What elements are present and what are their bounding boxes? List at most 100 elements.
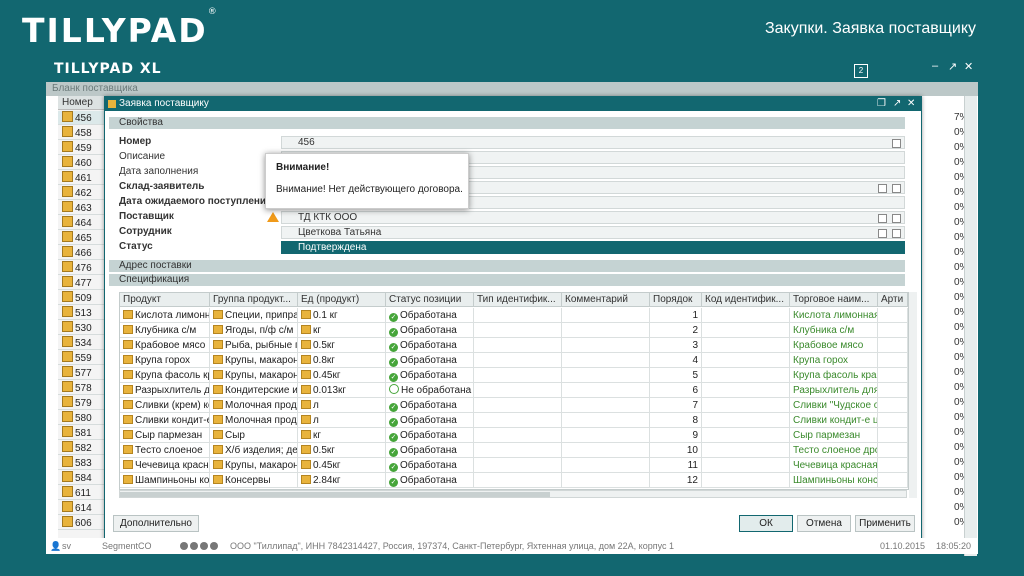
table-cell[interactable] (702, 443, 790, 458)
table-cell[interactable] (702, 308, 790, 323)
background-list-row[interactable]: 463 (58, 201, 106, 215)
table-cell[interactable] (474, 383, 562, 398)
table-cell[interactable]: л (298, 398, 386, 413)
table-cell[interactable]: Клубника с/м (120, 323, 210, 338)
table-cell[interactable]: 1 (650, 308, 702, 323)
table-cell[interactable]: Сливки (крем) конд (120, 398, 210, 413)
table-cell[interactable] (474, 473, 562, 488)
status-field[interactable]: Подтверждена (281, 241, 905, 254)
background-list-row[interactable]: 462 (58, 186, 106, 200)
table-cell[interactable] (474, 428, 562, 443)
table-cell[interactable]: 5 (650, 368, 702, 383)
table-cell[interactable]: Крупы, макароны (210, 458, 298, 473)
table-cell[interactable]: Крупа горох (120, 353, 210, 368)
vertical-scrollbar[interactable] (909, 292, 917, 498)
table-cell[interactable]: 7 (650, 398, 702, 413)
table-cell[interactable] (474, 443, 562, 458)
table-cell[interactable]: Сыр (210, 428, 298, 443)
table-cell[interactable]: Крупы, макароны (210, 368, 298, 383)
table-cell[interactable]: Сливки "Чудское о (790, 398, 878, 413)
table-cell[interactable]: ✓ Обработана (386, 338, 474, 353)
background-list-row[interactable]: 466 (58, 246, 106, 260)
column-header[interactable]: Группа продукт... (210, 293, 298, 307)
background-list-row[interactable]: 580 (58, 411, 106, 425)
table-cell[interactable]: 10 (650, 443, 702, 458)
cancel-button[interactable]: Отмена (797, 515, 851, 532)
supplier-warning-icon[interactable] (267, 212, 279, 222)
expand-icon[interactable]: ↗ (893, 97, 901, 111)
table-cell[interactable]: Кондитерские и (210, 383, 298, 398)
table-cell[interactable] (562, 443, 650, 458)
section-delivery-address[interactable]: Адрес поставки (109, 260, 905, 272)
table-cell[interactable] (474, 458, 562, 473)
table-cell[interactable] (702, 428, 790, 443)
ok-button[interactable]: ОК (739, 515, 793, 532)
table-cell[interactable] (878, 368, 908, 383)
table-cell[interactable]: Чечевица красная (790, 458, 878, 473)
table-cell[interactable]: кг (298, 323, 386, 338)
table-cell[interactable] (878, 308, 908, 323)
table-cell[interactable]: Шампиньоны консе (790, 473, 878, 488)
table-cell[interactable]: 0.5кг (298, 338, 386, 353)
section-specification[interactable]: Спецификация (109, 274, 905, 286)
windows-count-icon[interactable]: 2 (854, 64, 868, 78)
table-cell[interactable]: Сливки кондит-е (120, 413, 210, 428)
table-cell[interactable]: Крупа фасоль красная (120, 368, 210, 383)
table-cell[interactable]: Консервы (210, 473, 298, 488)
number-field[interactable]: 456 (281, 136, 905, 149)
background-list-row[interactable]: 606 (58, 516, 106, 530)
background-list-row[interactable]: 582 (58, 441, 106, 455)
background-list-row[interactable]: 477 (58, 276, 106, 290)
table-cell[interactable] (878, 413, 908, 428)
table-cell[interactable] (702, 413, 790, 428)
table-cell[interactable] (562, 428, 650, 443)
table-cell[interactable] (562, 323, 650, 338)
table-cell[interactable]: 0.1 кг (298, 308, 386, 323)
table-cell[interactable]: Тесто слоеное (120, 443, 210, 458)
table-cell[interactable] (878, 458, 908, 473)
table-cell[interactable] (702, 383, 790, 398)
table-cell[interactable] (562, 338, 650, 353)
table-cell[interactable] (562, 473, 650, 488)
background-list-row[interactable]: 460 (58, 156, 106, 170)
table-cell[interactable] (562, 383, 650, 398)
table-cell[interactable] (702, 338, 790, 353)
restore-icon[interactable]: ↗ (948, 60, 957, 73)
column-header[interactable]: Код идентифик... (702, 293, 790, 307)
apply-button[interactable]: Применить (855, 515, 915, 532)
table-cell[interactable] (562, 308, 650, 323)
table-cell[interactable]: Сыр пармезан (790, 428, 878, 443)
table-cell[interactable] (702, 458, 790, 473)
table-cell[interactable]: ✓ Обработана (386, 458, 474, 473)
table-cell[interactable]: л (298, 413, 386, 428)
background-list-row[interactable]: 559 (58, 351, 106, 365)
table-cell[interactable]: Кислота лимонная (790, 308, 878, 323)
employee-field[interactable]: Цветкова Татьяна (281, 226, 905, 239)
horizontal-scrollbar[interactable] (119, 490, 907, 498)
table-cell[interactable] (562, 398, 650, 413)
background-list-row[interactable]: 579 (58, 396, 106, 410)
column-header[interactable]: Комментарий (562, 293, 650, 307)
table-cell[interactable]: ✓ Обработана (386, 308, 474, 323)
background-list-row[interactable]: 583 (58, 456, 106, 470)
background-list-row[interactable]: 456 (58, 111, 106, 125)
table-cell[interactable] (702, 473, 790, 488)
table-cell[interactable]: ✓ Обработана (386, 353, 474, 368)
table-cell[interactable] (474, 353, 562, 368)
table-cell[interactable]: Крабовое мясо (120, 338, 210, 353)
table-cell[interactable]: 6 (650, 383, 702, 398)
table-cell[interactable] (878, 473, 908, 488)
table-cell[interactable]: Разрыхлитель для (120, 383, 210, 398)
table-cell[interactable]: ✓ Обработана (386, 473, 474, 488)
table-cell[interactable]: Специи, приправы (210, 308, 298, 323)
background-list-row[interactable]: 611 (58, 486, 106, 500)
table-cell[interactable]: Крупы, макароны (210, 353, 298, 368)
table-cell[interactable]: Сливки кондит-е ц (790, 413, 878, 428)
background-list-row[interactable]: 577 (58, 366, 106, 380)
table-cell[interactable]: 11 (650, 458, 702, 473)
column-header[interactable]: Статус позиции (386, 293, 474, 307)
table-cell[interactable]: 8 (650, 413, 702, 428)
table-cell[interactable] (474, 308, 562, 323)
table-cell[interactable] (474, 323, 562, 338)
table-cell[interactable]: Кислота лимонная (120, 308, 210, 323)
